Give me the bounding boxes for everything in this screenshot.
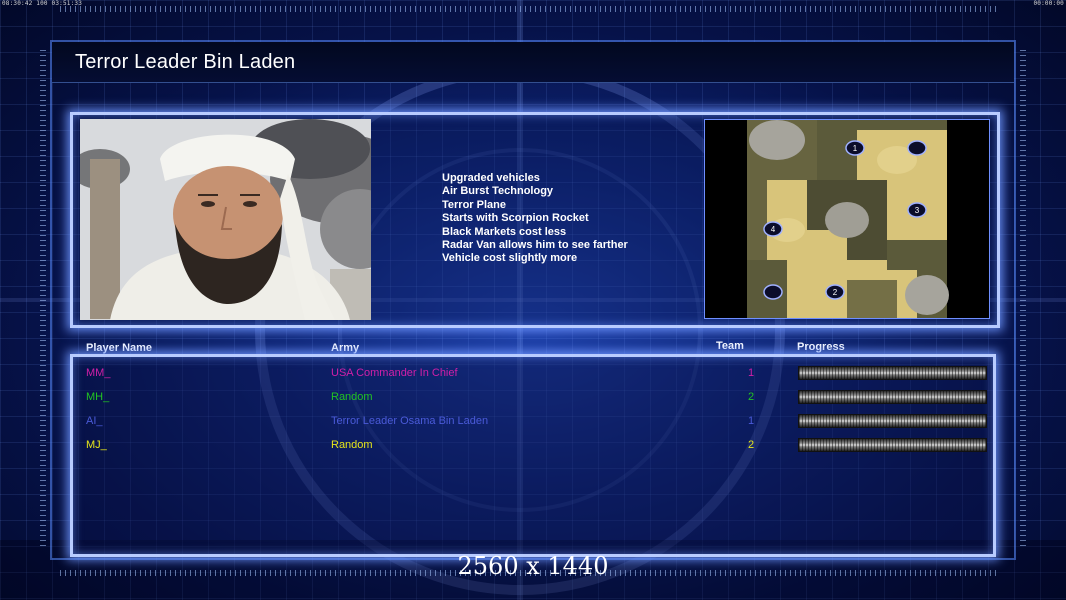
feature-item: Starts with Scorpion Rocket: [442, 212, 589, 225]
player-row: MJ_ Random 2: [76, 434, 992, 456]
status-clock-left: 08:30:42 100 03:51:33: [2, 0, 83, 7]
map-start-position: 3: [907, 202, 927, 218]
ruler-left: [40, 50, 46, 550]
status-clock-right: 00:00:00: [1033, 0, 1064, 7]
player-army: Random: [331, 391, 373, 403]
svg-text:3: 3: [915, 206, 920, 215]
map-start-position: [763, 284, 783, 300]
feature-item: Vehicle cost slightly more: [442, 252, 578, 265]
player-name: MH_: [86, 391, 110, 403]
player-team: 2: [747, 391, 755, 403]
map-start-position: [907, 140, 927, 156]
feature-item: Upgraded vehicles: [442, 172, 540, 184]
loading-screen: 08:30:42 100 03:51:33 00:00:00 Terror Le…: [0, 0, 1066, 600]
ruler-top: [60, 6, 1000, 12]
progress-bar: [798, 414, 987, 428]
ruler-right: [1020, 50, 1026, 550]
feature-item: Black Markets cost less: [442, 225, 567, 238]
map-preview: 1 3 4 2: [704, 119, 990, 319]
player-army: Terror Leader Osama Bin Laden: [331, 415, 489, 427]
portrait-image: [80, 119, 371, 320]
map-start-position: 2: [825, 284, 845, 300]
progress-bar: [798, 390, 987, 404]
svg-text:4: 4: [771, 225, 776, 234]
svg-text:2: 2: [833, 288, 838, 297]
header-progress: Progress: [797, 341, 845, 353]
player-name: MJ_: [86, 439, 107, 451]
progress-bar: [798, 438, 987, 452]
feature-item: Terror Plane: [442, 198, 506, 211]
header-army: Army: [331, 342, 360, 354]
player-team: 1: [747, 415, 755, 427]
player-team: 2: [747, 439, 755, 451]
general-features-list: Upgraded vehicles Air Burst Technology T…: [442, 172, 628, 266]
feature-item: Radar Van allows him to see farther: [442, 239, 628, 252]
player-name: MM_: [86, 367, 111, 379]
header-player-name: Player Name: [86, 342, 153, 354]
progress-bar: [798, 366, 987, 380]
map-image: 1 3 4 2: [705, 120, 989, 318]
general-portrait: [80, 119, 371, 320]
player-row: MH_ Random 2: [76, 386, 992, 408]
player-row: MM_ USA Commander In Chief 1: [76, 362, 992, 384]
player-team: 1: [747, 367, 755, 379]
map-start-position: 1: [845, 140, 865, 156]
player-name: AI_: [86, 415, 103, 427]
svg-text:1: 1: [853, 144, 858, 153]
player-army: Random: [331, 439, 373, 451]
general-title: Terror Leader Bin Laden: [75, 51, 296, 73]
header-team: Team: [716, 340, 744, 352]
resolution-label: 2560 x 1440: [457, 552, 609, 580]
feature-item: Air Burst Technology: [442, 185, 554, 198]
player-army: USA Commander In Chief: [331, 367, 458, 379]
map-start-position: 4: [763, 221, 783, 237]
player-row: AI_ Terror Leader Osama Bin Laden 1: [76, 410, 992, 432]
